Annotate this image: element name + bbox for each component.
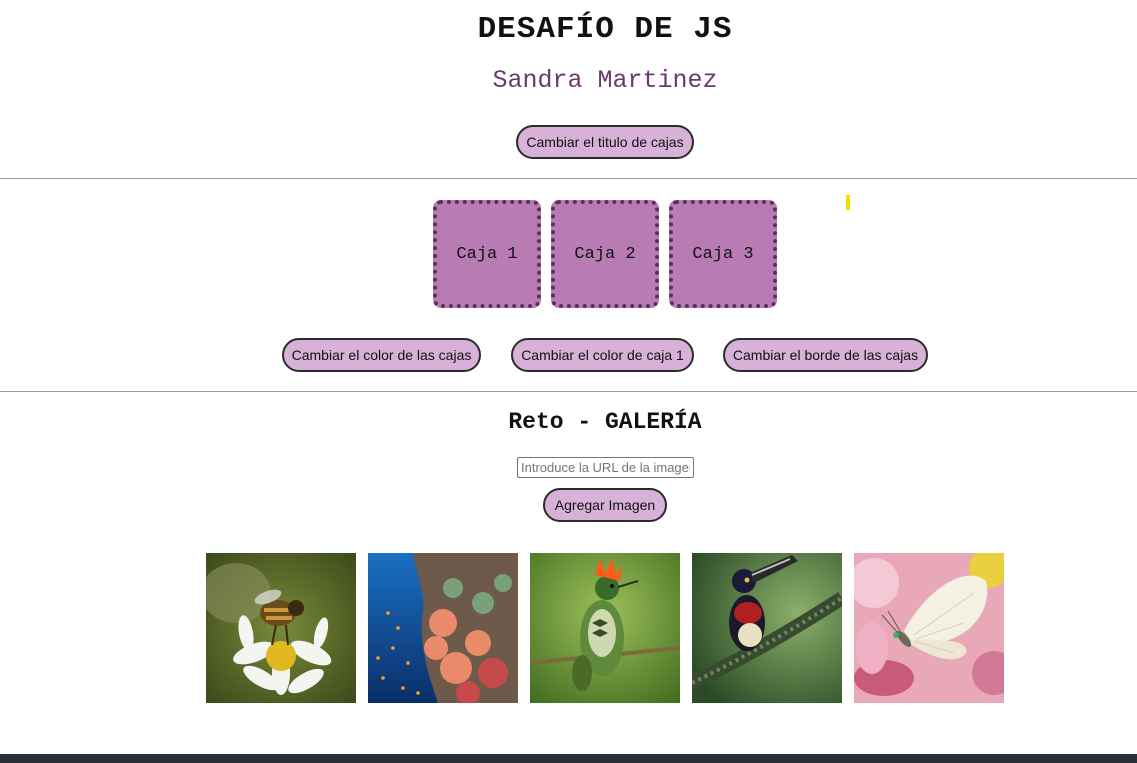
- bee-on-flower-image: [206, 553, 356, 703]
- divider-top: [0, 178, 1137, 179]
- change-boxes-border-button[interactable]: Cambiar el borde de las cajas: [723, 338, 928, 372]
- coral-reef-image: [368, 553, 518, 703]
- change-title-button[interactable]: Cambiar el titulo de cajas: [516, 125, 694, 159]
- change-box1-color-button[interactable]: Cambiar el color de caja 1: [511, 338, 694, 372]
- divider-middle: [0, 391, 1137, 392]
- author-name: Sandra Martinez: [492, 66, 718, 95]
- image-url-input[interactable]: [517, 457, 694, 478]
- box-3: Caja 3: [669, 200, 777, 308]
- change-boxes-color-button[interactable]: Cambiar el color de las cajas: [282, 338, 481, 372]
- yellow-marker: [846, 195, 850, 210]
- hummingbird-image: [530, 553, 680, 703]
- page-title: DESAFÍO DE JS: [477, 12, 733, 47]
- toucan-bird-image: [692, 553, 842, 703]
- box-2: Caja 2: [551, 200, 659, 308]
- footer-bar: [0, 754, 1137, 763]
- gallery-title: Reto - GALERÍA: [508, 409, 702, 435]
- box-1: Caja 1: [433, 200, 541, 308]
- image-gallery: [206, 553, 1004, 703]
- white-butterfly-image: [854, 553, 1004, 703]
- add-image-button[interactable]: Agregar Imagen: [543, 488, 667, 522]
